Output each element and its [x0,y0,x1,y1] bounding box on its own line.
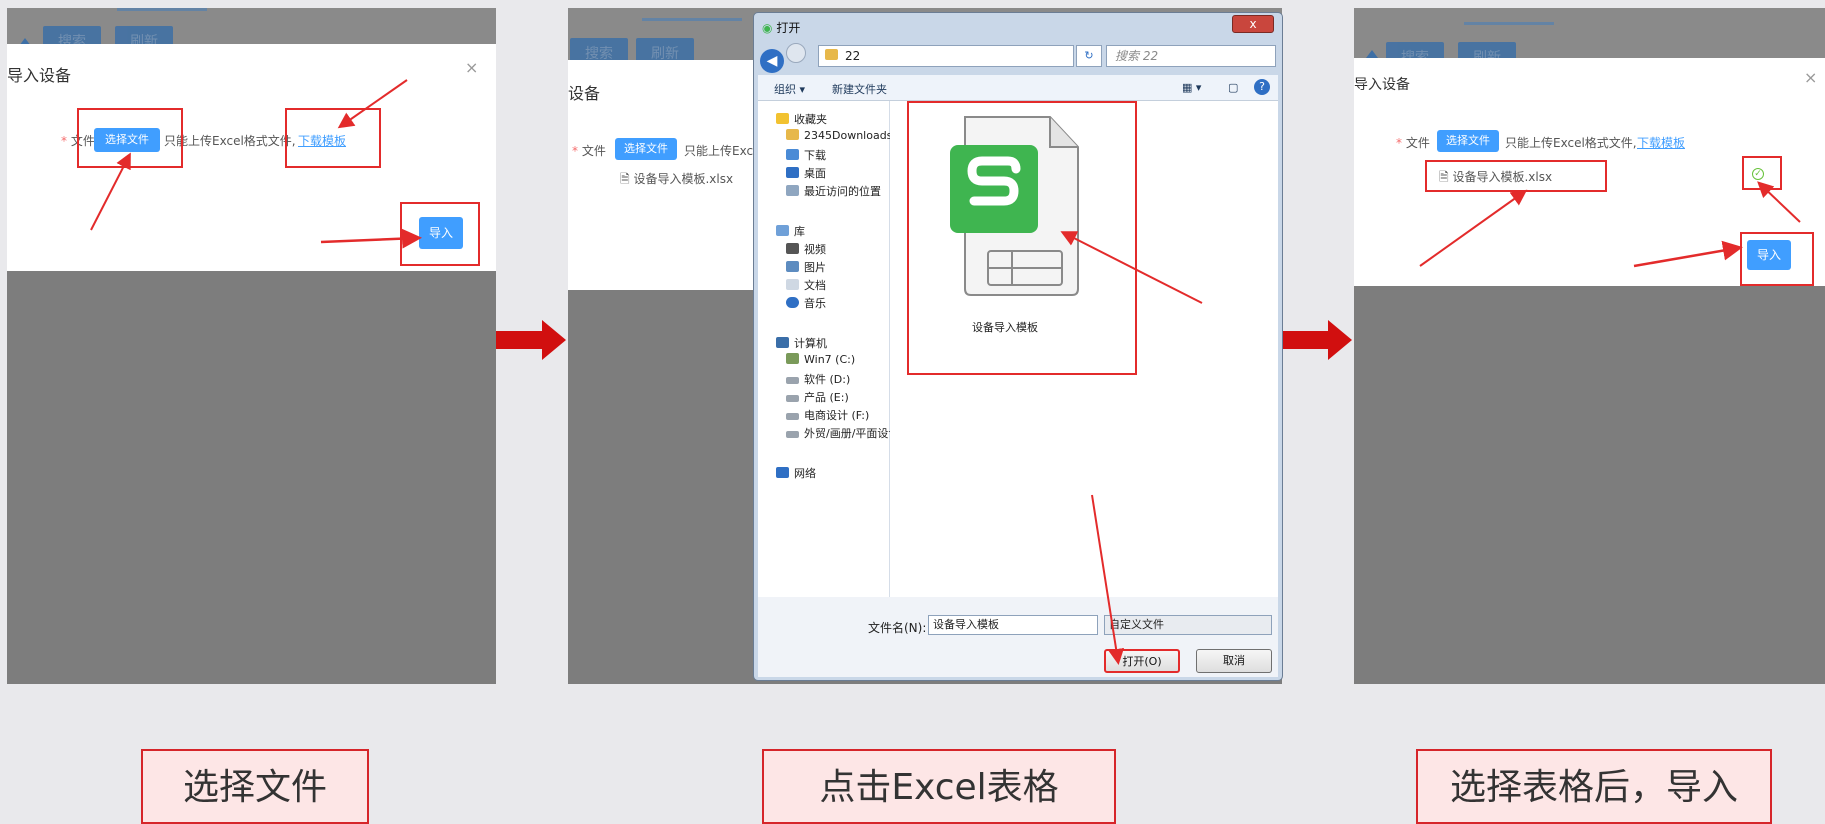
arrow-to-open-button [1091,494,1125,665]
annotation-arrows [1419,181,1801,268]
file-icon: 🗎 [620,172,630,186]
next-step-arrow-2 [1282,320,1352,360]
arrow-to-download-link [337,79,408,129]
arrow-to-excel-file [1060,231,1203,304]
arrow-to-choose-file [90,152,131,231]
step1-panel: 搜索 刷新 导入设备 × * 文件 选择文件 只能上传Excel格式文件, 下载… [7,8,496,684]
selected-file-name: 设备导入模板.xlsx [633,172,734,186]
selected-file: 🗎 设备导入模板.xlsx [620,170,733,191]
file-field-label-text: 文件 [581,144,606,158]
next-step-arrow-1 [496,320,566,360]
required-mark: * [572,144,578,158]
modal-title: 设备 [568,84,601,103]
step3-panel: 搜索 刷新 导入设备 × * 文件 选择文件 只能上传Excel格式文件, 下载… [1354,8,1825,684]
arrow-to-import-button [320,228,422,249]
caption-step2: 点击Excel表格 [762,749,1116,824]
dialog-annotation-arrows [1060,231,1203,665]
file-field-label: * 文件 [572,142,606,159]
upload-hint: 只能上传Exc [684,144,754,158]
background-tab-indicator [642,18,742,21]
caption-step1: 选择文件 [141,749,369,824]
arrow-to-import-button [1633,240,1743,268]
caption-step3: 选择表格后，导入 [1416,749,1772,824]
arrow-to-success-icon [1757,181,1801,223]
open-file-dialog: ◉ 打开 x ◀ 22 ↻ 搜索 22 组织 ▾ 新建文件夹 ▦ ▾ ▢ ? 收… [753,12,1283,681]
annotation-arrows [90,79,422,249]
arrow-to-selected-file [1419,189,1528,267]
choose-file-button[interactable]: 选择文件 [615,138,677,160]
